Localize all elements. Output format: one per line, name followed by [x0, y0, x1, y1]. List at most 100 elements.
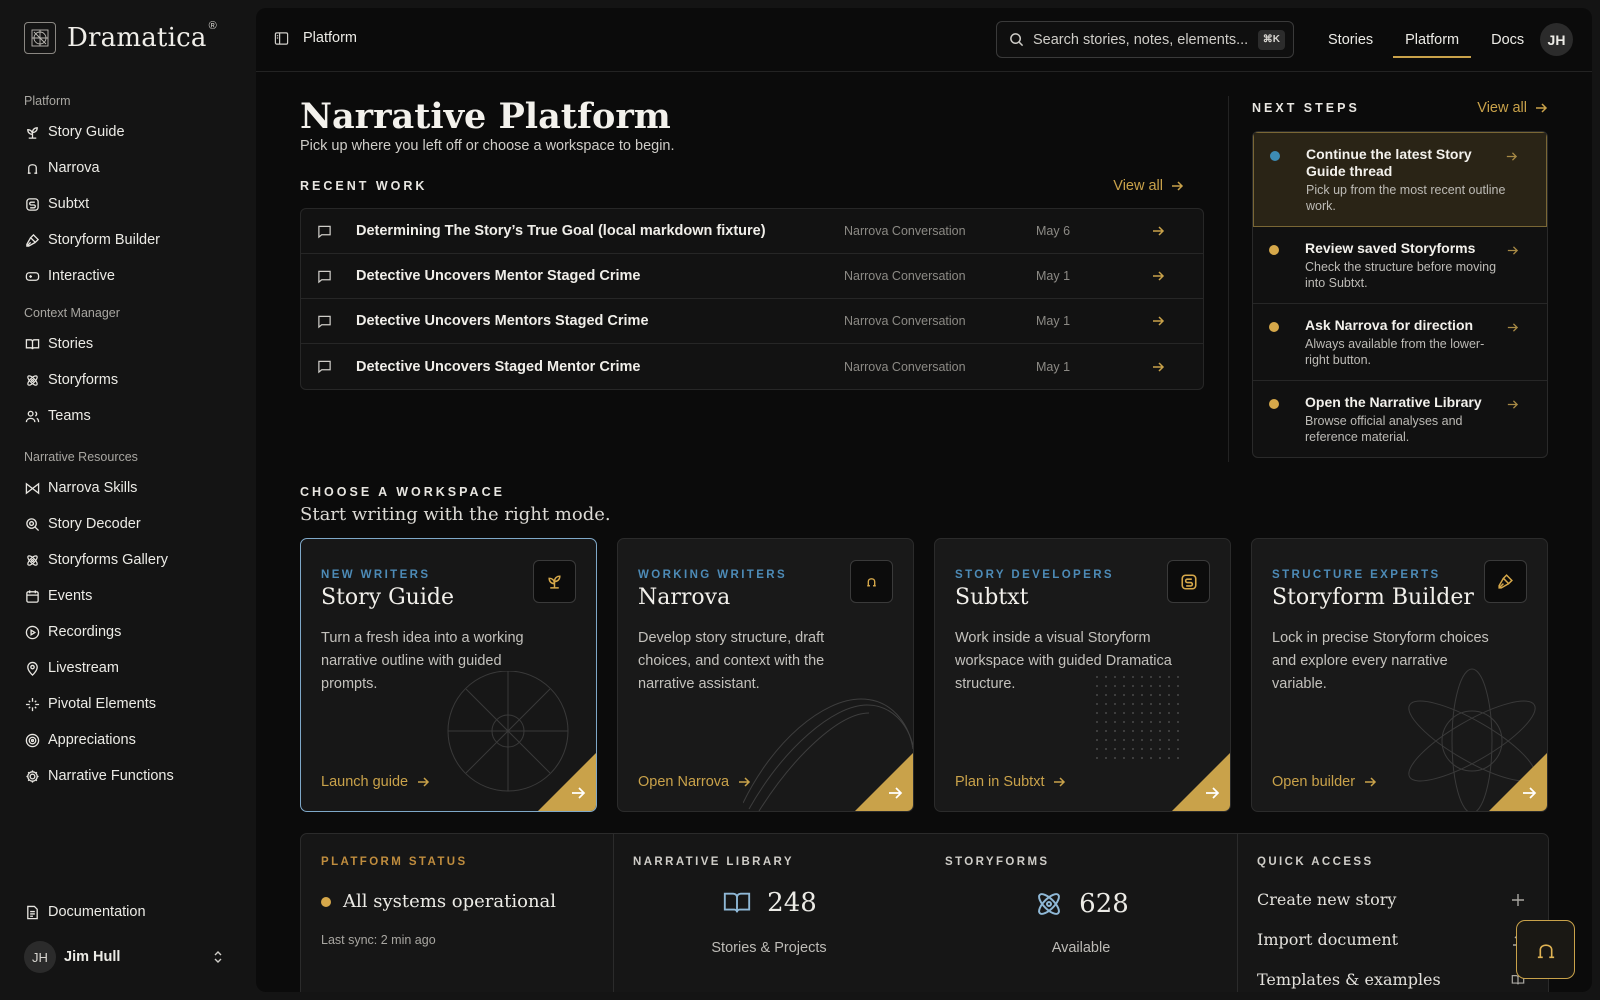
workspace-card-subtxt[interactable]: STORY DEVELOPERS Subtxt Work inside a vi…	[934, 538, 1231, 812]
next-step-item[interactable]: Continue the latest Story Guide thread P…	[1253, 132, 1547, 227]
next-steps-view-all-link[interactable]: View all	[1477, 100, 1548, 116]
pen-tool-icon	[1484, 560, 1527, 603]
quick-create-story[interactable]: Create new story	[1257, 890, 1525, 909]
sidebar-item-recordings[interactable]: Recordings	[24, 614, 234, 650]
search-input[interactable]: Search stories, notes, elements... ⌘K	[996, 21, 1294, 58]
sidebar-item-documentation[interactable]: Documentation	[24, 894, 234, 930]
next-step-item[interactable]: Open the Narrative Library Browse offici…	[1253, 381, 1547, 457]
arrow-right-icon	[1151, 314, 1165, 328]
corner-arrow-icon[interactable]	[855, 753, 913, 811]
corner-arrow-icon[interactable]	[1489, 753, 1547, 811]
quick-templates[interactable]: Templates & examples	[1257, 970, 1525, 989]
sidebar-item-storyform-builder[interactable]: Storyform Builder	[24, 222, 234, 258]
sidebar-item-narrova-skills[interactable]: Narrova Skills	[24, 470, 234, 506]
narrative-library-stat[interactable]: NARRATIVE LIBRARY 248 Stories & Projects	[613, 834, 925, 992]
quick-item-label: Templates & examples	[1257, 970, 1441, 989]
recent-work-table: Determining The Story’s True Goal (local…	[300, 208, 1204, 390]
card-cta[interactable]: Plan in Subtxt	[955, 774, 1066, 790]
divider	[1228, 96, 1229, 462]
sidebar-item-narrative-functions[interactable]: Narrative Functions	[24, 758, 234, 794]
target-icon	[24, 732, 40, 748]
workspace-card-narrova[interactable]: WORKING WRITERS Narrova Develop story st…	[617, 538, 914, 812]
arrow-right-icon	[1505, 150, 1518, 163]
sidebar-item-storyforms-gallery[interactable]: Storyforms Gallery	[24, 542, 234, 578]
sidebar-item-livestream[interactable]: Livestream	[24, 650, 234, 686]
quick-access: QUICK ACCESS Create new story Import doc…	[1237, 834, 1548, 992]
sidebar-item-label: Livestream	[48, 660, 119, 676]
stats-panel: PLATFORM STATUS All systems operational …	[300, 833, 1549, 992]
stat-caption: Stories & Projects	[711, 940, 827, 956]
topnav-docs[interactable]: Docs	[1479, 8, 1536, 72]
quick-import-document[interactable]: Import document	[1257, 930, 1525, 949]
status-dot	[1269, 399, 1279, 409]
avatar[interactable]: JH	[1540, 23, 1573, 56]
corner-arrow-icon[interactable]	[538, 753, 596, 811]
sidebar-toggle-icon[interactable]	[274, 31, 303, 46]
sidebar-item-pivotal-elements[interactable]: Pivotal Elements	[24, 686, 234, 722]
storyforms-stat[interactable]: STORYFORMS 628 Available	[925, 834, 1237, 992]
topnav-platform[interactable]: Platform	[1393, 8, 1472, 72]
topnav-stories[interactable]: Stories	[1316, 8, 1385, 72]
sidebar-item-storyforms[interactable]: Storyforms	[24, 362, 234, 398]
brand[interactable]: Dramatica ®	[24, 20, 217, 54]
sidebar-item-narrova[interactable]: Narrova	[24, 150, 234, 186]
cta-label: Launch guide	[321, 774, 409, 790]
view-all-label: View all	[1113, 178, 1163, 194]
cta-label: Open Narrova	[638, 774, 730, 790]
book-open-icon	[721, 888, 753, 918]
workspace-card-story-guide[interactable]: NEW WRITERS Story Guide Turn a fresh ide…	[300, 538, 597, 812]
arrow-right-icon	[1151, 360, 1165, 374]
recent-view-all-link[interactable]: View all	[1113, 178, 1184, 194]
sidebar-item-stories[interactable]: Stories	[24, 326, 234, 362]
next-steps-list: Continue the latest Story Guide thread P…	[1252, 131, 1548, 458]
card-cta[interactable]: Open Narrova	[638, 774, 751, 790]
sidebar-item-teams[interactable]: Teams	[24, 398, 234, 434]
chevrons-up-down-icon	[212, 950, 224, 964]
search-shortcut: ⌘K	[1257, 29, 1285, 50]
sidebar-item-subtxt[interactable]: Subtxt	[24, 186, 234, 222]
next-step-item[interactable]: Review saved Storyforms Check the struct…	[1253, 227, 1547, 304]
sidebar-item-story-decoder[interactable]: Story Decoder	[24, 506, 234, 542]
row-title: Detective Uncovers Mentor Staged Crime	[356, 268, 641, 284]
next-step-item[interactable]: Ask Narrova for direction Always availab…	[1253, 304, 1547, 381]
nav-heading: Narrative Resources	[24, 450, 138, 464]
nav-heading: Context Manager	[24, 306, 120, 320]
step-title: Continue the latest Story Guide thread	[1306, 146, 1472, 179]
workspace-card-storyform-builder[interactable]: STRUCTURE EXPERTS Storyform Builder Lock…	[1251, 538, 1548, 812]
sidebar-item-label: Story Guide	[48, 124, 125, 140]
nav-heading: Platform	[24, 94, 71, 108]
nav-group-context-manager: Context Manager Stories Storyforms Teams	[24, 306, 234, 434]
step-desc: Always available from the lower-right bu…	[1305, 337, 1485, 367]
table-row[interactable]: Detective Uncovers Mentors Staged Crime …	[301, 299, 1203, 344]
page-title: Narrative Platform	[300, 96, 671, 137]
sidebar-footer: Documentation JH Jim Hull	[24, 894, 234, 974]
card-eyebrow: NEW WRITERS	[321, 569, 431, 581]
card-title: Storyform Builder	[1272, 585, 1474, 610]
atom-icon	[1033, 888, 1065, 920]
sidebar-item-label: Documentation	[48, 904, 146, 920]
cta-label: Open builder	[1272, 774, 1356, 790]
sidebar-item-label: Events	[48, 588, 93, 604]
narrova-assistant-button[interactable]	[1516, 920, 1575, 979]
row-title: Determining The Story’s True Goal (local…	[356, 223, 766, 239]
table-row[interactable]: Detective Uncovers Mentor Staged Crime N…	[301, 254, 1203, 299]
card-title: Story Guide	[321, 585, 454, 610]
arrow-right-icon	[408, 775, 430, 789]
main-panel: Platform Search stories, notes, elements…	[256, 8, 1592, 992]
card-cta[interactable]: Open builder	[1272, 774, 1377, 790]
corner-arrow-icon[interactable]	[1172, 753, 1230, 811]
user-menu[interactable]: JH Jim Hull	[24, 940, 234, 974]
atom-icon	[24, 372, 40, 388]
sidebar-item-interactive[interactable]: Interactive	[24, 258, 234, 294]
sidebar-item-label: Narrova	[48, 160, 100, 176]
sidebar-item-events[interactable]: Events	[24, 578, 234, 614]
sidebar-item-story-guide[interactable]: Story Guide	[24, 114, 234, 150]
table-row[interactable]: Determining The Story’s True Goal (local…	[301, 209, 1203, 254]
quick-item-label: Create new story	[1257, 890, 1397, 909]
users-icon	[24, 408, 40, 424]
table-row[interactable]: Detective Uncovers Staged Mentor Crime N…	[301, 344, 1203, 389]
card-cta[interactable]: Launch guide	[321, 774, 430, 790]
file-text-icon	[24, 904, 40, 920]
sidebar-item-appreciations[interactable]: Appreciations	[24, 722, 234, 758]
plus-icon	[1511, 893, 1525, 907]
